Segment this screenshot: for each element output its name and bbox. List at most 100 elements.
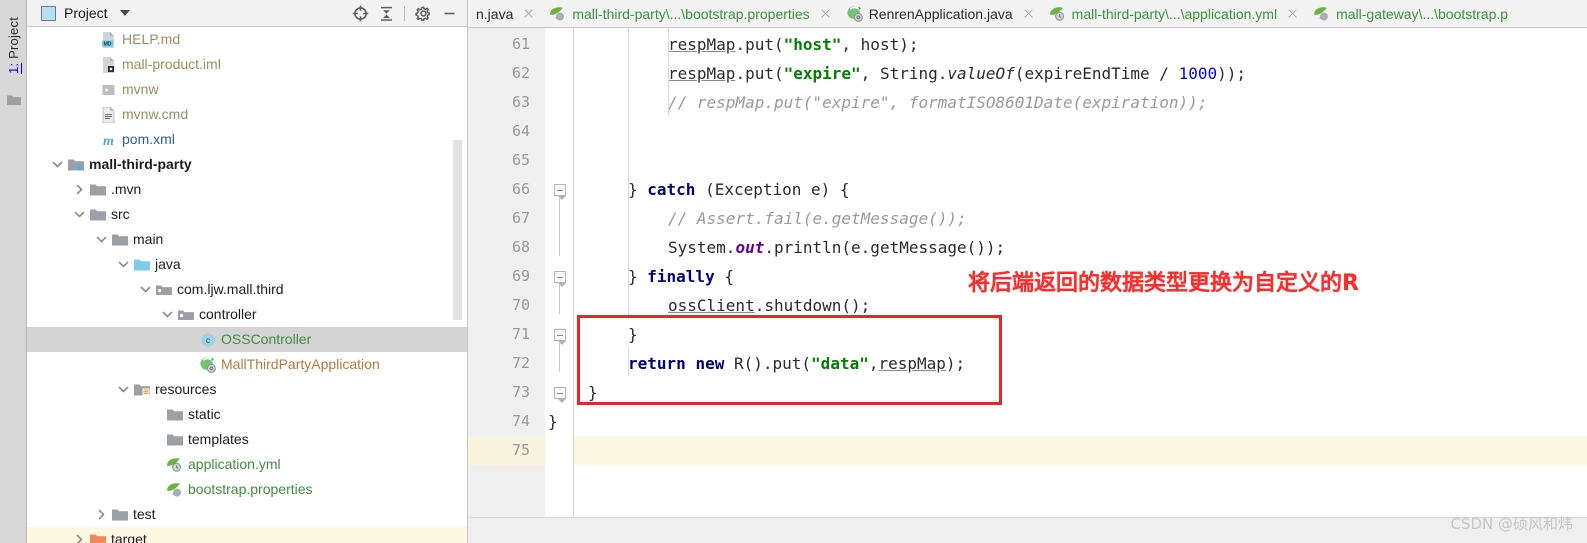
code-line[interactable]: return new R().put("data",respMap); — [628, 349, 965, 378]
close-icon[interactable] — [1022, 7, 1035, 20]
tree-row[interactable]: target — [27, 527, 468, 543]
tree-row[interactable]: mvnw.cmd — [27, 102, 468, 127]
editor-fold-column[interactable] — [545, 28, 574, 517]
spring-properties-icon — [549, 6, 566, 21]
code-line[interactable]: } — [548, 407, 558, 436]
line-number: 62 — [511, 64, 530, 82]
tree-item-label: resources — [155, 381, 217, 397]
close-icon[interactable] — [1286, 7, 1299, 20]
code-line[interactable]: ossClient.shutdown(); — [668, 291, 870, 320]
tree-arrow-expanded-icon[interactable] — [115, 377, 132, 402]
tree-row[interactable]: test — [27, 502, 468, 527]
code-token: respMap — [878, 354, 946, 373]
project-scrollbar-thumb[interactable] — [453, 140, 462, 320]
tree-row[interactable]: mall-third-party — [27, 152, 468, 177]
tree-row[interactable]: src — [27, 202, 468, 227]
target-folder-icon — [89, 533, 106, 543]
resources-folder-icon — [133, 383, 150, 396]
tree-arrow-collapsed-icon[interactable] — [93, 502, 110, 527]
tree-row[interactable]: application.yml — [27, 452, 468, 477]
package-icon — [177, 308, 194, 321]
project-panel-title-group[interactable]: Project — [27, 5, 130, 21]
tree-row[interactable]: .mvn — [27, 177, 468, 202]
code-line[interactable]: // Assert.fail(e.getMessage()); — [668, 204, 967, 233]
tree-row[interactable]: MD HELP.md — [27, 27, 468, 52]
editor-gutter[interactable]: 61 62 63 64 65 66 67 68 69 70 71 72 73 74 75 — [468, 28, 545, 517]
project-view-icon — [41, 5, 56, 21]
code-line[interactable]: respMap.put("expire", String.valueOf(exp… — [668, 59, 1246, 88]
tree-arrow-expanded-icon[interactable] — [159, 302, 176, 327]
tree-arrow-expanded-icon[interactable] — [137, 277, 154, 302]
tree-arrow-expanded-icon[interactable] — [49, 152, 66, 177]
code-line[interactable]: } finally { — [628, 262, 734, 291]
tree-row[interactable]: mvnw — [27, 77, 468, 102]
editor-bottom-strip — [468, 517, 1587, 543]
tree-row[interactable]: mall-product.iml — [27, 52, 468, 77]
sidebar-tab-project[interactable]: 1: Project — [0, 2, 27, 88]
spring-properties-icon — [166, 482, 183, 497]
minimize-icon[interactable] — [436, 0, 462, 27]
code-token: ossClient — [668, 296, 755, 315]
locate-in-tree-icon[interactable] — [347, 0, 373, 27]
code-fold-toggle-icon[interactable] — [554, 329, 566, 341]
tree-row[interactable]: com.ljw.mall.third — [27, 277, 468, 302]
code-line[interactable]: } catch (Exception e) { — [628, 175, 850, 204]
tree-item-label: bootstrap.properties — [188, 481, 313, 497]
editor-tab[interactable]: n.java — [468, 0, 541, 27]
editor-tab-bar[interactable]: n.java mall-third-party\...\bootstrap.pro… — [468, 0, 1587, 28]
tree-item-label: .mvn — [111, 181, 142, 197]
tree-row[interactable]: bootstrap.properties — [27, 477, 468, 502]
tree-row[interactable]: main — [27, 227, 468, 252]
line-number: 63 — [511, 93, 530, 111]
fold-connector-line — [559, 285, 560, 314]
code-fold-toggle-icon[interactable] — [554, 387, 566, 399]
tree-row[interactable]: MallThirdPartyApplication — [27, 352, 468, 377]
tree-row[interactable]: m pom.xml — [27, 127, 468, 152]
project-panel-title: Project — [64, 5, 108, 21]
editor-tab[interactable]: RenrenApplication.java — [838, 0, 1041, 27]
code-fold-toggle-icon[interactable] — [554, 271, 566, 283]
tree-item-icon-wrap — [99, 77, 118, 102]
project-scrollbar[interactable] — [453, 140, 462, 320]
tree-row[interactable]: c OSSController — [27, 327, 468, 352]
project-tree[interactable]: MD HELP.md mall-product.iml mvnw mvnw.cmd m po… — [27, 27, 468, 543]
tree-item-icon-wrap — [154, 277, 173, 302]
tree-arrow-expanded-icon[interactable] — [93, 227, 110, 252]
text-file-icon — [101, 106, 116, 123]
editor-tab[interactable]: mall-third-party\...\application.yml — [1041, 0, 1305, 27]
tree-row[interactable]: static — [27, 402, 468, 427]
collapse-all-icon[interactable] — [373, 0, 399, 27]
tree-row[interactable]: templates — [27, 427, 468, 452]
editor-tab[interactable]: mall-gateway\...\bootstrap.p — [1305, 0, 1514, 27]
tree-row[interactable]: java — [27, 252, 468, 277]
code-line[interactable]: // respMap.put("expire", formatISO8601Da… — [668, 88, 1207, 117]
editor-tab[interactable]: mall-third-party\...\bootstrap.propertie… — [541, 0, 837, 27]
code-line[interactable]: System.out.println(e.getMessage()); — [668, 233, 1005, 262]
tree-arrow-expanded-icon[interactable] — [115, 252, 132, 277]
folder-icon — [111, 233, 128, 246]
code-line[interactable]: } — [588, 378, 598, 407]
code-token: new — [695, 354, 725, 373]
folder-icon — [166, 408, 183, 421]
tree-item-label: test — [133, 506, 156, 522]
code-fold-toggle-icon[interactable] — [554, 184, 566, 196]
tree-arrow-collapsed-icon[interactable] — [71, 177, 88, 202]
code-token: System. — [668, 238, 736, 257]
toolbar-separator — [404, 6, 405, 21]
code-line[interactable]: } — [628, 320, 638, 349]
line-number: 70 — [511, 296, 530, 314]
tree-arrow-expanded-icon[interactable] — [71, 202, 88, 227]
gear-icon[interactable] — [410, 0, 436, 27]
tree-row[interactable]: controller — [27, 302, 468, 327]
close-icon[interactable] — [819, 7, 832, 20]
close-icon[interactable] — [522, 7, 535, 20]
chevron-down-icon[interactable] — [119, 10, 130, 16]
tree-row[interactable]: resources — [27, 377, 468, 402]
code-line[interactable]: respMap.put("host", host); — [668, 30, 918, 59]
line-number: 73 — [511, 383, 530, 401]
tree-arrow-collapsed-icon[interactable] — [71, 527, 88, 543]
